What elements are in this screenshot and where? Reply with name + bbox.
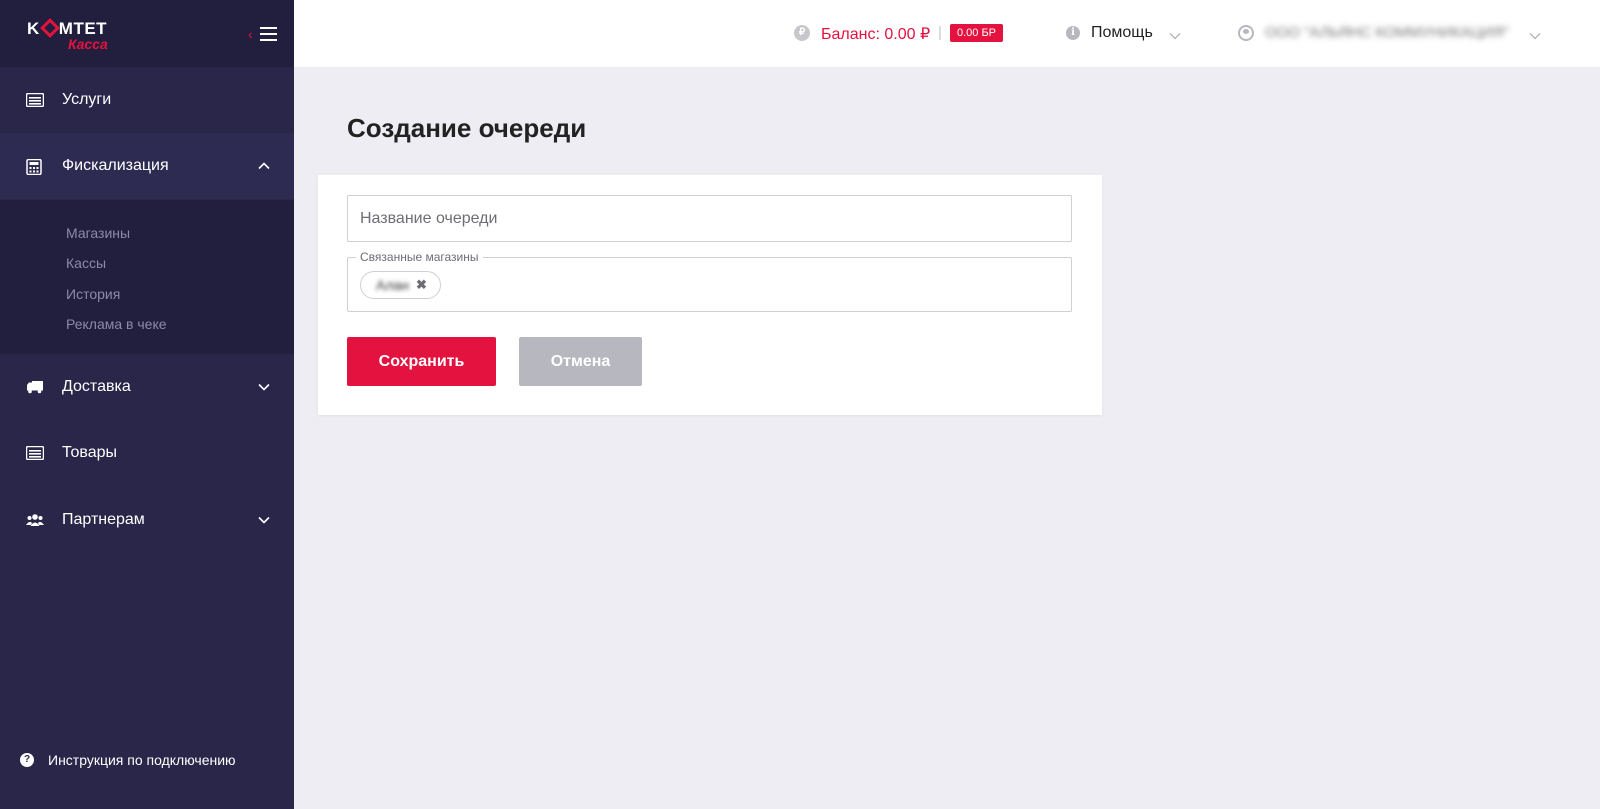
- chevron-up-icon: [258, 160, 270, 172]
- sidebar-item-fiscalization[interactable]: Фискализация: [0, 133, 294, 199]
- sidebar-subitem-registers[interactable]: Кассы: [66, 255, 106, 271]
- logo-subtitle: Касса: [68, 36, 108, 52]
- sidebar-item-label: Товары: [62, 444, 118, 461]
- shop-chip-label: Алан: [376, 277, 410, 293]
- calculator-icon: [26, 158, 44, 176]
- linked-shops-label: Связанные магазины: [356, 250, 483, 264]
- list-icon: [25, 92, 45, 108]
- sidebar: K MTET Касса ‹ Услуги Фискализация Магази…: [0, 0, 294, 809]
- chevron-down-icon: [258, 381, 270, 393]
- hamburger-icon: [260, 27, 277, 45]
- sidebar-item-services[interactable]: Услуги: [0, 67, 294, 133]
- shop-chip: Алан ✖: [360, 271, 441, 299]
- fiscalization-submenu: Магазины Кассы История Реклама в чеке: [0, 200, 294, 354]
- help-menu[interactable]: Помощь: [1091, 24, 1153, 42]
- cancel-button[interactable]: Отмена: [519, 337, 642, 386]
- queue-form-card: Связанные магазины Алан ✖ Сохранить Отме…: [318, 175, 1102, 415]
- info-icon: i: [1066, 26, 1080, 40]
- save-button[interactable]: Сохранить: [347, 337, 496, 386]
- user-icon: [1238, 25, 1254, 41]
- divider: |: [938, 24, 942, 41]
- balance-text[interactable]: Баланс: 0.00 ₽: [821, 24, 930, 44]
- bp-balance-badge[interactable]: 0.00 БР: [950, 24, 1004, 42]
- connection-guide-label: Инструкция по подключению: [48, 752, 236, 768]
- sidebar-item-partners[interactable]: Партнерам: [0, 487, 294, 553]
- sidebar-subitem-shops[interactable]: Магазины: [66, 225, 130, 241]
- sidebar-subitem-receipt-ads[interactable]: Реклама в чеке: [66, 316, 167, 332]
- collapse-menu-button[interactable]: ‹: [248, 24, 282, 44]
- truck-icon: [26, 380, 44, 394]
- sidebar-subitem-history[interactable]: История: [66, 286, 120, 302]
- user-account-menu[interactable]: ООО "АЛЬЯНС КОММУНИКАЦИЯ": [1265, 24, 1509, 41]
- sidebar-item-label: Доставка: [62, 378, 131, 395]
- chevron-left-icon: ‹: [248, 26, 253, 42]
- sidebar-item-label: Фискализация: [62, 157, 169, 174]
- linked-shops-select[interactable]: Связанные магазины Алан ✖: [347, 250, 1072, 312]
- users-icon: [26, 513, 44, 527]
- list-icon: [25, 445, 45, 461]
- chevron-down-icon[interactable]: [1529, 28, 1541, 46]
- sidebar-item-label: Партнерам: [62, 511, 145, 528]
- top-bar: ₽ Баланс: 0.00 ₽ | 0.00 БР i Помощь ООО …: [294, 0, 1600, 67]
- logo[interactable]: K MTET Касса: [27, 18, 127, 52]
- sidebar-item-delivery[interactable]: Доставка: [0, 354, 294, 420]
- queue-name-input[interactable]: [347, 195, 1072, 242]
- chevron-down-icon: [258, 514, 270, 526]
- sidebar-item-products[interactable]: Товары: [0, 420, 294, 486]
- connection-guide-link[interactable]: ? Инструкция по подключению: [20, 752, 236, 768]
- chevron-down-icon[interactable]: [1169, 28, 1181, 46]
- ruble-icon: ₽: [794, 25, 810, 41]
- brand-bar: K MTET Касса ‹: [0, 0, 294, 67]
- sidebar-item-label: Услуги: [62, 91, 112, 108]
- remove-chip-icon[interactable]: ✖: [416, 277, 427, 293]
- question-icon: ?: [20, 753, 34, 767]
- page-title: Создание очереди: [347, 113, 587, 143]
